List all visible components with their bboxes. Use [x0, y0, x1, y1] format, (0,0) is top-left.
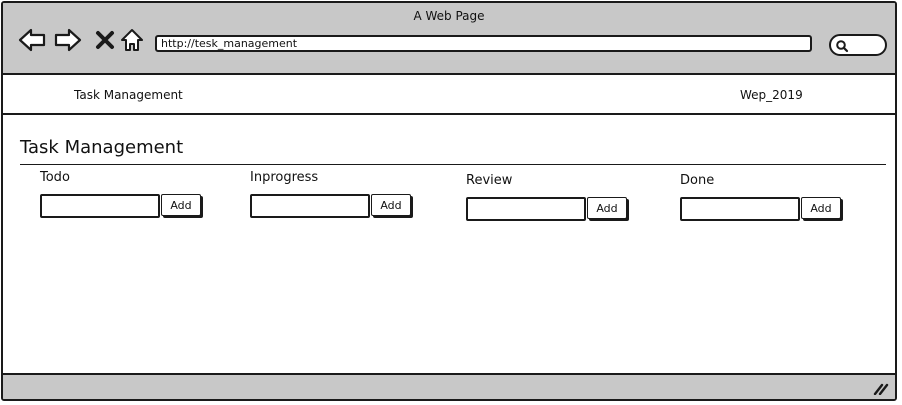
- column-title: Inprogress: [250, 170, 319, 185]
- done-add-button[interactable]: Add: [801, 197, 841, 219]
- resize-grip-icon[interactable]: [873, 381, 889, 395]
- top-navbar: Task Management Wep_2019: [3, 77, 895, 115]
- review-task-input[interactable]: [466, 197, 586, 221]
- column-title: Review: [466, 173, 513, 188]
- column-title: Done: [680, 173, 715, 188]
- search-icon: [836, 40, 849, 53]
- address-bar[interactable]: http://tesk_management: [155, 35, 812, 52]
- search-button[interactable]: [829, 34, 887, 56]
- home-icon[interactable]: [117, 25, 147, 55]
- review-add-button[interactable]: Add: [587, 197, 627, 219]
- done-task-input[interactable]: [680, 197, 800, 221]
- close-x-icon[interactable]: [90, 25, 120, 55]
- todo-task-input[interactable]: [40, 194, 160, 218]
- browser-chrome: A Web Page http://tesk_management: [3, 3, 895, 75]
- inprogress-add-button[interactable]: Add: [371, 194, 411, 216]
- column-title: Todo: [40, 170, 70, 185]
- navbar-brand[interactable]: Task Management: [74, 88, 183, 102]
- url-text: http://tesk_management: [161, 37, 298, 50]
- back-arrow-icon[interactable]: [17, 25, 47, 55]
- navbar-user-label[interactable]: Wep_2019: [740, 88, 803, 102]
- status-bar: [3, 373, 895, 399]
- todo-add-button[interactable]: Add: [161, 194, 201, 216]
- page-title: Task Management: [20, 137, 184, 158]
- inprogress-task-input[interactable]: [250, 194, 370, 218]
- browser-window: A Web Page http://tesk_management Task M…: [1, 1, 897, 401]
- forward-arrow-icon[interactable]: [53, 25, 83, 55]
- window-title: A Web Page: [413, 9, 485, 23]
- heading-divider: [20, 164, 886, 165]
